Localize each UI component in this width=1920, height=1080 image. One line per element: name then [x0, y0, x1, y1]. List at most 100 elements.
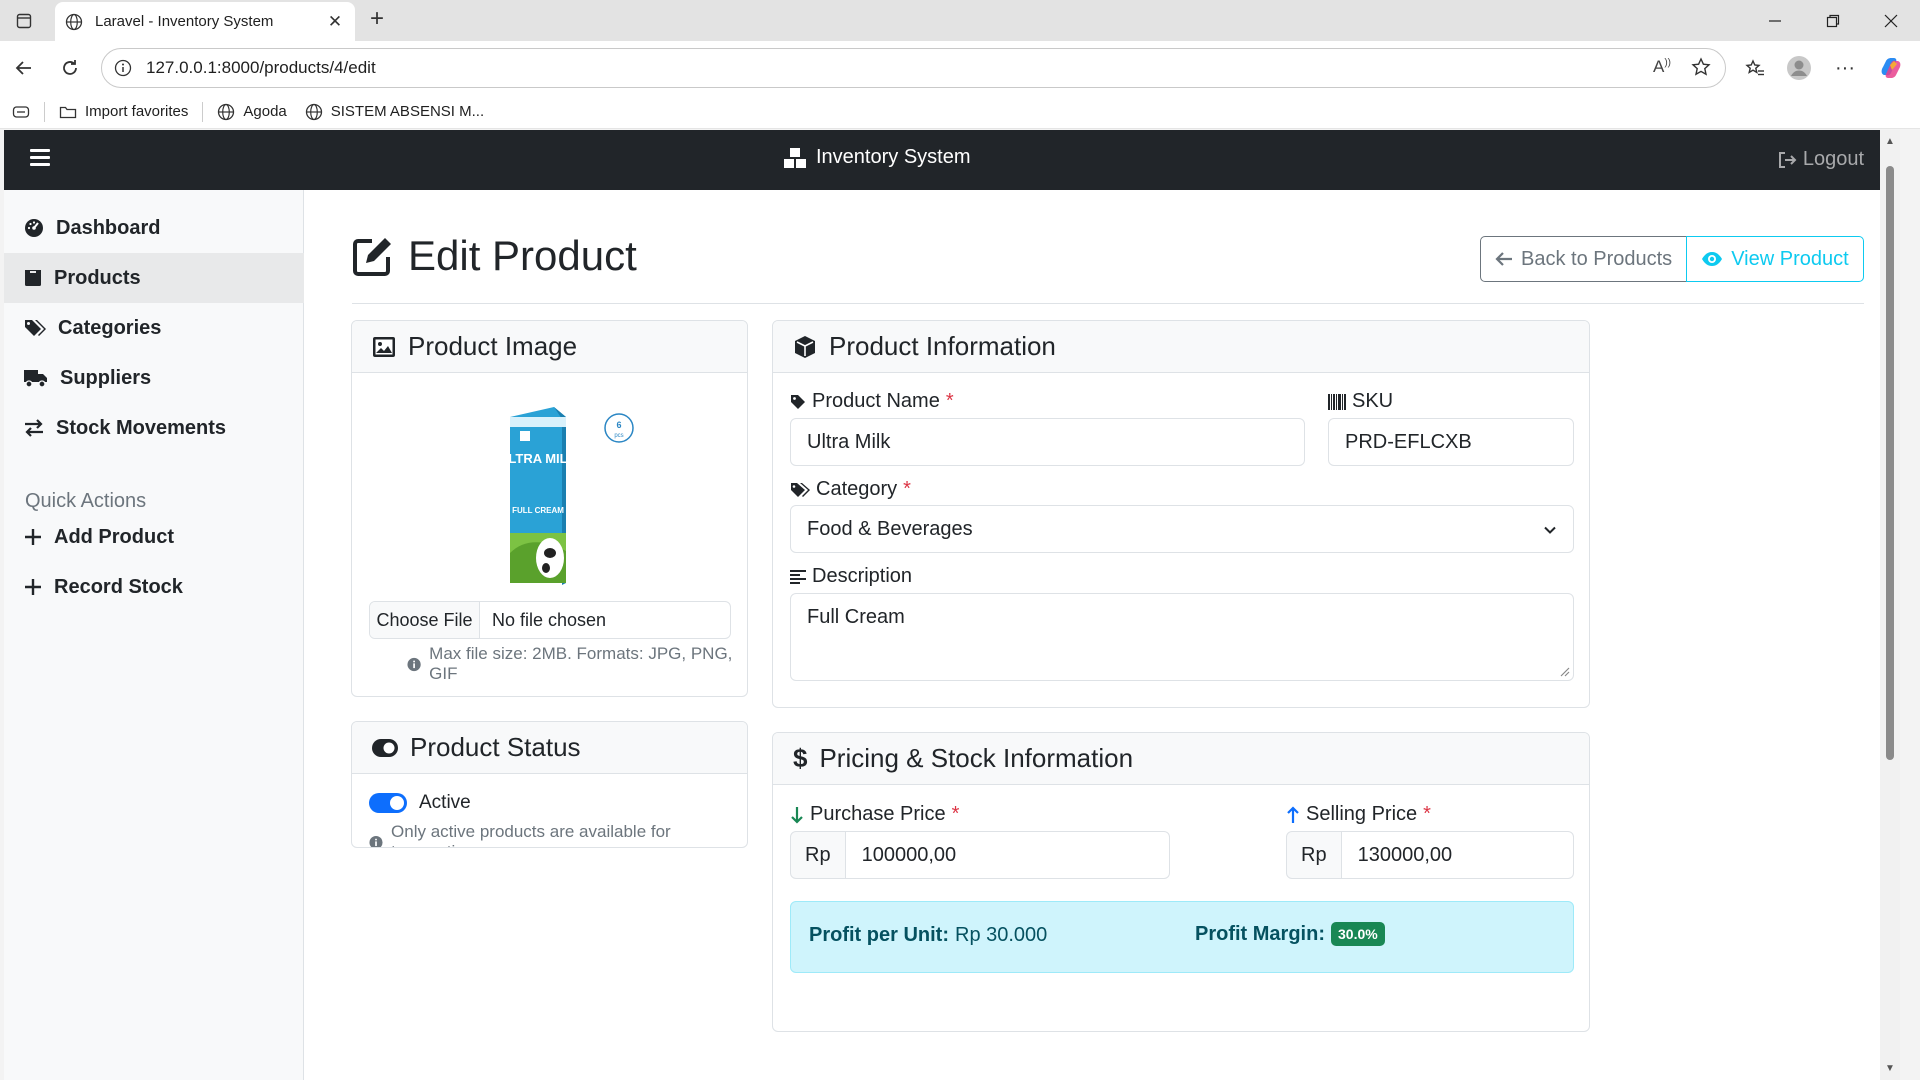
scroll-up-icon[interactable]: ▲: [1885, 136, 1895, 147]
title-divider: [352, 303, 1864, 304]
collections-icon[interactable]: [12, 103, 30, 121]
sidebar-item-dashboard[interactable]: Dashboard: [4, 203, 304, 253]
active-toggle-switch[interactable]: [369, 793, 407, 813]
site-info-icon[interactable]: [114, 59, 132, 77]
view-product-button[interactable]: View Product: [1686, 236, 1864, 282]
cube-icon: [795, 335, 815, 358]
product-name-input[interactable]: Ultra Milk: [790, 418, 1305, 466]
close-window-icon[interactable]: [1862, 0, 1920, 41]
more-options-icon[interactable]: ···: [1832, 55, 1858, 81]
file-hint: Max file size: 2MB. Formats: JPG, PNG, G…: [407, 644, 747, 684]
selling-price-label: Selling Price *: [1286, 803, 1431, 826]
minimize-icon[interactable]: [1746, 0, 1804, 41]
logout-label: Logout: [1802, 148, 1864, 170]
svg-text:pcs: pcs: [614, 433, 623, 439]
main-content: Edit Product Back to Products View Produ…: [304, 190, 1900, 1080]
restore-icon[interactable]: [1804, 0, 1862, 41]
product-information-card: Product Information Product Name * Ultra…: [772, 320, 1590, 708]
sidebar-item-record-stock[interactable]: Record Stock: [4, 562, 304, 612]
bookmark-sistem-absensi[interactable]: SISTEM ABSENSI M...: [305, 103, 484, 121]
bookmark-agoda[interactable]: Agoda: [217, 103, 287, 121]
bookmarks-bar: Import favorites Agoda SISTEM ABSENSI M.…: [0, 95, 1920, 129]
sidebar-item-categories[interactable]: Categories: [4, 303, 304, 353]
new-tab-icon[interactable]: +: [363, 6, 391, 34]
card-header: Product Image: [352, 321, 747, 373]
purchase-price-input[interactable]: 100000,00: [845, 831, 1170, 879]
tab-title: Laravel - Inventory System: [95, 13, 274, 30]
description-textarea[interactable]: Full Cream: [790, 593, 1574, 681]
copilot-icon[interactable]: [1878, 55, 1904, 81]
edit-icon: [353, 238, 391, 276]
toggle-icon: [372, 738, 398, 757]
profile-avatar-icon[interactable]: [1786, 55, 1812, 81]
read-aloud-icon[interactable]: A)): [1653, 57, 1671, 77]
profit-summary-alert: Profit per Unit: Rp 30.000 Profit Margin…: [790, 901, 1574, 973]
sidebar-item-label: Record Stock: [54, 575, 183, 598]
close-tab-icon[interactable]: ✕: [325, 12, 345, 32]
plus-icon: [25, 529, 41, 545]
favorites-icon[interactable]: [1742, 55, 1768, 81]
card-header: Product Information: [773, 321, 1589, 373]
bookmark-import-favorites[interactable]: Import favorites: [59, 103, 188, 121]
tab-actions-icon[interactable]: [13, 10, 35, 32]
globe-icon: [65, 13, 83, 31]
description-text: Full Cream: [807, 606, 905, 628]
svg-text:FULL CREAM: FULL CREAM: [512, 506, 564, 515]
scroll-down-icon[interactable]: ▼: [1885, 1063, 1895, 1074]
hamburger-menu-icon[interactable]: [30, 149, 50, 167]
navbar-brand[interactable]: Inventory System: [784, 146, 971, 169]
arrow-left-icon: [1495, 252, 1512, 266]
tags-icon: [791, 482, 810, 497]
globe-icon: [218, 103, 235, 120]
favorite-star-icon[interactable]: [1691, 57, 1711, 77]
page-scrollbar[interactable]: ▲ ▼: [1880, 130, 1900, 1080]
reload-icon[interactable]: [57, 55, 83, 81]
arrow-down-icon: [791, 806, 803, 824]
sidebar-item-products[interactable]: Products: [4, 253, 304, 303]
button-label: Back to Products: [1521, 247, 1673, 270]
resize-handle-icon[interactable]: [1560, 667, 1570, 677]
sidebar-item-label: Stock Movements: [56, 416, 227, 439]
align-left-icon: [790, 569, 806, 584]
truck-icon: [24, 370, 47, 388]
back-arrow-icon[interactable]: [11, 55, 37, 81]
logout-link[interactable]: Logout: [1777, 148, 1864, 171]
scroll-thumb[interactable]: [1886, 166, 1894, 760]
sidebar-item-add-product[interactable]: Add Product: [4, 512, 304, 562]
url-field[interactable]: 127.0.0.1:8000/products/4/edit A)): [101, 48, 1726, 88]
browser-tab[interactable]: Laravel - Inventory System ✕: [55, 2, 355, 41]
sidebar-item-suppliers[interactable]: Suppliers: [4, 353, 304, 403]
card-title: Product Information: [829, 331, 1056, 361]
plus-icon: [25, 579, 41, 595]
info-circle-icon: [369, 835, 383, 847]
choose-file-button[interactable]: Choose File: [370, 602, 480, 638]
pricing-stock-card: $ Pricing & Stock Information Purchase P…: [772, 732, 1590, 1032]
back-to-products-button[interactable]: Back to Products: [1480, 236, 1688, 282]
category-select[interactable]: Food & Beverages: [790, 505, 1574, 553]
sidebar-item-label: Dashboard: [56, 216, 161, 239]
boxes-icon: [784, 147, 806, 168]
barcode-icon: [1328, 393, 1346, 410]
product-image-card: Product Image ULTRA MILK FULL CREAM 6 pc…: [351, 320, 748, 697]
sidebar-item-label: Suppliers: [60, 366, 152, 389]
url-text: 127.0.0.1:8000/products/4/edit: [146, 58, 376, 77]
profit-margin: Profit Margin: 30.0%: [1195, 922, 1385, 946]
brand-label: Inventory System: [816, 146, 971, 168]
top-navbar: Inventory System Logout: [4, 130, 1900, 190]
card-header: Product Status: [352, 722, 747, 774]
image-icon: [373, 336, 395, 357]
tag-icon: [791, 394, 805, 409]
sidebar-item-label: Add Product: [54, 525, 174, 548]
selected-category: Food & Beverages: [807, 517, 973, 540]
card-title: Product Status: [410, 732, 581, 762]
status-hint: Only active products are available for t…: [369, 822, 747, 847]
product-status-card: Product Status Active Only active produc…: [351, 721, 748, 848]
file-input[interactable]: Choose File No file chosen: [369, 601, 731, 639]
page-title-text: Edit Product: [408, 232, 637, 279]
hint-text: Only active products are available for t…: [391, 822, 671, 847]
sidebar: Dashboard Products Categories Suppliers …: [4, 190, 304, 1080]
sidebar-item-stock-movements[interactable]: Stock Movements: [4, 403, 304, 453]
selling-price-input[interactable]: 130000,00: [1341, 831, 1574, 879]
sku-input[interactable]: PRD-EFLCXB: [1328, 418, 1574, 466]
info-circle-icon: [407, 657, 421, 671]
